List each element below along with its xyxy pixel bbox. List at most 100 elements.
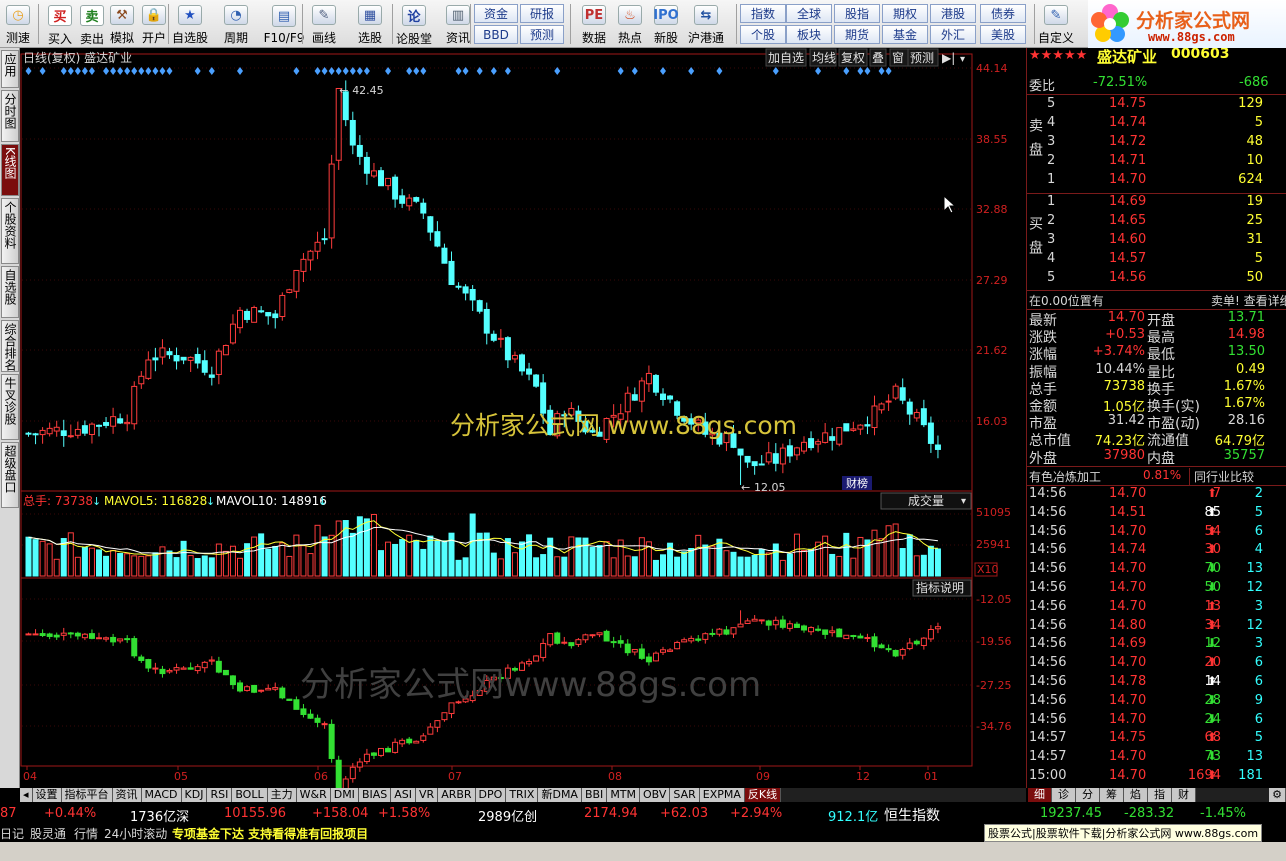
reverse-candle-body [533,655,540,662]
toolbar-button-0[interactable]: ◷ 测速 [2,2,34,46]
indicator-tab-12[interactable]: VR [416,788,439,802]
indicator-tab-9[interactable]: DMI [330,788,359,802]
toolbar-button-15[interactable]: ⇆ 沪港通 [684,2,728,46]
toolbar-button-2[interactable]: 卖卖出 [76,2,108,46]
right-tab-6[interactable]: 财 [1172,788,1196,802]
quick-button-12[interactable]: 期货 [834,25,880,44]
chevron-down-icon[interactable]: ▾ [960,54,965,65]
volume-bar [843,532,850,577]
ask-row[interactable]: 1 14.70 624 [1027,172,1286,191]
left-nav-item-0[interactable]: 应用 [1,50,19,88]
quick-button-14[interactable]: 外汇 [930,25,976,44]
indicator-tab-20[interactable]: SAR [670,788,700,802]
left-nav-item-3[interactable]: 个股资料 [1,198,19,264]
quick-button-13[interactable]: 基金 [882,25,928,44]
toolbar-button-4[interactable]: 🔒 开户 [138,2,170,46]
quick-button-7[interactable]: 期权 [882,4,928,23]
volume-bar [25,536,32,577]
bid-row[interactable]: 1 14.69 19 [1027,194,1286,213]
toolbar-button-10[interactable]: 论论股堂 [396,2,432,46]
quick-button-8[interactable]: 港股 [930,4,976,23]
quick-button-10[interactable]: 个股 [740,25,786,44]
left-nav-item-4[interactable]: 自选股 [1,266,19,318]
indicator-tab-14[interactable]: DPO [475,788,507,802]
left-nav-item-6[interactable]: 牛叉诊股 [1,374,19,440]
indicator-tab-16[interactable]: 新DMA [538,788,582,802]
quick-button-6[interactable]: 股指 [834,4,880,23]
right-tab-0[interactable]: 细 [1028,788,1052,802]
toolbar-button-6[interactable]: ◔ 周期 [220,2,252,46]
right-tab-4[interactable]: 焰 [1124,788,1148,802]
quick-button-2[interactable]: BBD [474,25,518,44]
candle-body [427,216,434,233]
indicator-tab-17[interactable]: BBI [581,788,608,802]
bid-row[interactable]: 3 14.60 31 [1027,232,1286,251]
toolbar-button-7[interactable]: ▤ F10/F9 [262,2,306,46]
right-tab-2[interactable]: 分 [1076,788,1100,802]
quick-button-1[interactable]: 研报 [520,4,564,23]
settings-icon[interactable]: ⚙ [1269,788,1286,802]
indicator-tab-3[interactable]: MACD [141,788,182,802]
rolling-news-link[interactable]: 24小时滚动 [104,825,167,842]
toolbar-button-3[interactable]: ⚒ 模拟 [106,2,138,46]
toolbar-button-14[interactable]: IPO 新股 [650,2,682,46]
indicator-tab-5[interactable]: RSI [207,788,233,802]
bid-row[interactable]: 5 14.56 50 [1027,270,1286,289]
indicator-tab-21[interactable]: EXPMA [699,788,745,802]
left-nav-item-2[interactable]: K线图 [1,144,19,196]
indicator-tab-10[interactable]: BIAS [358,788,392,802]
customize-button[interactable]: ✎ 自定义 [1038,2,1074,46]
chevron-down-icon[interactable]: ▾ [961,496,966,507]
indicator-tab-19[interactable]: OBV [640,788,671,802]
indicator-tab-18[interactable]: MTM [607,788,641,802]
panel-scrollbar[interactable] [1269,48,1286,788]
ask-row[interactable]: 5 14.75 129 [1027,96,1286,115]
quick-button-15[interactable]: 美股 [980,25,1026,44]
toolbar-button-5[interactable]: ★ 自选股 [172,2,208,46]
toolbar-button-1[interactable]: 买买入 [44,2,76,46]
quick-button-4[interactable]: 指数 [740,4,786,23]
indicator-tab-15[interactable]: TRIX [506,788,539,802]
diary-link[interactable]: 日记 [0,825,24,842]
bid-row[interactable]: 4 14.57 5 [1027,251,1286,270]
left-nav-item-1[interactable]: 分时图 [1,90,19,142]
left-nav-item-5[interactable]: 综合排名 [1,320,19,372]
quick-button-3[interactable]: 预测 [520,25,564,44]
indicator-tab-11[interactable]: ASI [391,788,417,802]
market-link[interactable]: 行情 [74,825,98,842]
toolbar-button-12[interactable]: PE 数据 [578,2,610,46]
indicator-tab-2[interactable]: 资讯 [112,788,142,802]
quick-button-5[interactable]: 全球 [786,4,832,23]
indicator-tab-1[interactable]: 指标平台 [61,788,113,802]
industry-compare-button[interactable]: 同行业比较 [1189,468,1258,485]
gulingtong-link[interactable]: 股灵通 [30,825,66,842]
stock-header[interactable]: ★★★★★ 盛达矿业 000603 [1027,48,1286,66]
indicator-tab-0[interactable]: 设置 [32,788,62,802]
indicator-tab-13[interactable]: ARBR [438,788,476,802]
right-tab-3[interactable]: 筹 [1100,788,1124,802]
indicator-tab-22[interactable]: 反K线 [744,788,782,802]
quick-button-9[interactable]: 债券 [980,4,1026,23]
news-headline[interactable]: 专项基金下达 支持看得准有回报项目 [172,825,368,842]
toggle-arrow-icon[interactable]: ▶| [942,51,955,65]
quick-button-0[interactable]: 资金 [474,4,518,23]
ad-banner[interactable]: 股票公式|股票软件下载|分析家公式网 www.88gs.com [984,824,1263,842]
indicator-tab-6[interactable]: BOLL [232,788,268,802]
chart-area[interactable]: 日线(复权) 盛达矿业 加自选 均线 复权叠窗预测 ▶| ▾ 44.14 38.55 32.88… [20,48,1026,788]
left-nav-item-7[interactable]: 超级盘口 [1,442,19,508]
quick-button-11[interactable]: 板块 [786,25,832,44]
right-tab-1[interactable]: 诊 [1052,788,1076,802]
bid-row[interactable]: 2 14.65 25 [1027,213,1286,232]
ask-row[interactable]: 4 14.74 5 [1027,115,1286,134]
indicator-tab-8[interactable]: W&R [296,788,331,802]
toolbar-button-8[interactable]: ✎ 画线 [308,2,340,46]
toolbar-button-13[interactable]: ♨ 热点 [614,2,646,46]
right-tab-5[interactable]: 指 [1148,788,1172,802]
indicator-tab-4[interactable]: KDJ [181,788,208,802]
stat-value: 73738 [1103,378,1145,394]
indicator-tab-7[interactable]: 主力 [267,788,297,802]
toolbar-button-9[interactable]: ▦ 选股 [354,2,386,46]
ask-row[interactable]: 3 14.72 48 [1027,134,1286,153]
ask-row[interactable]: 2 14.71 10 [1027,153,1286,172]
scroll-left-icon[interactable]: ◂ [20,788,33,802]
